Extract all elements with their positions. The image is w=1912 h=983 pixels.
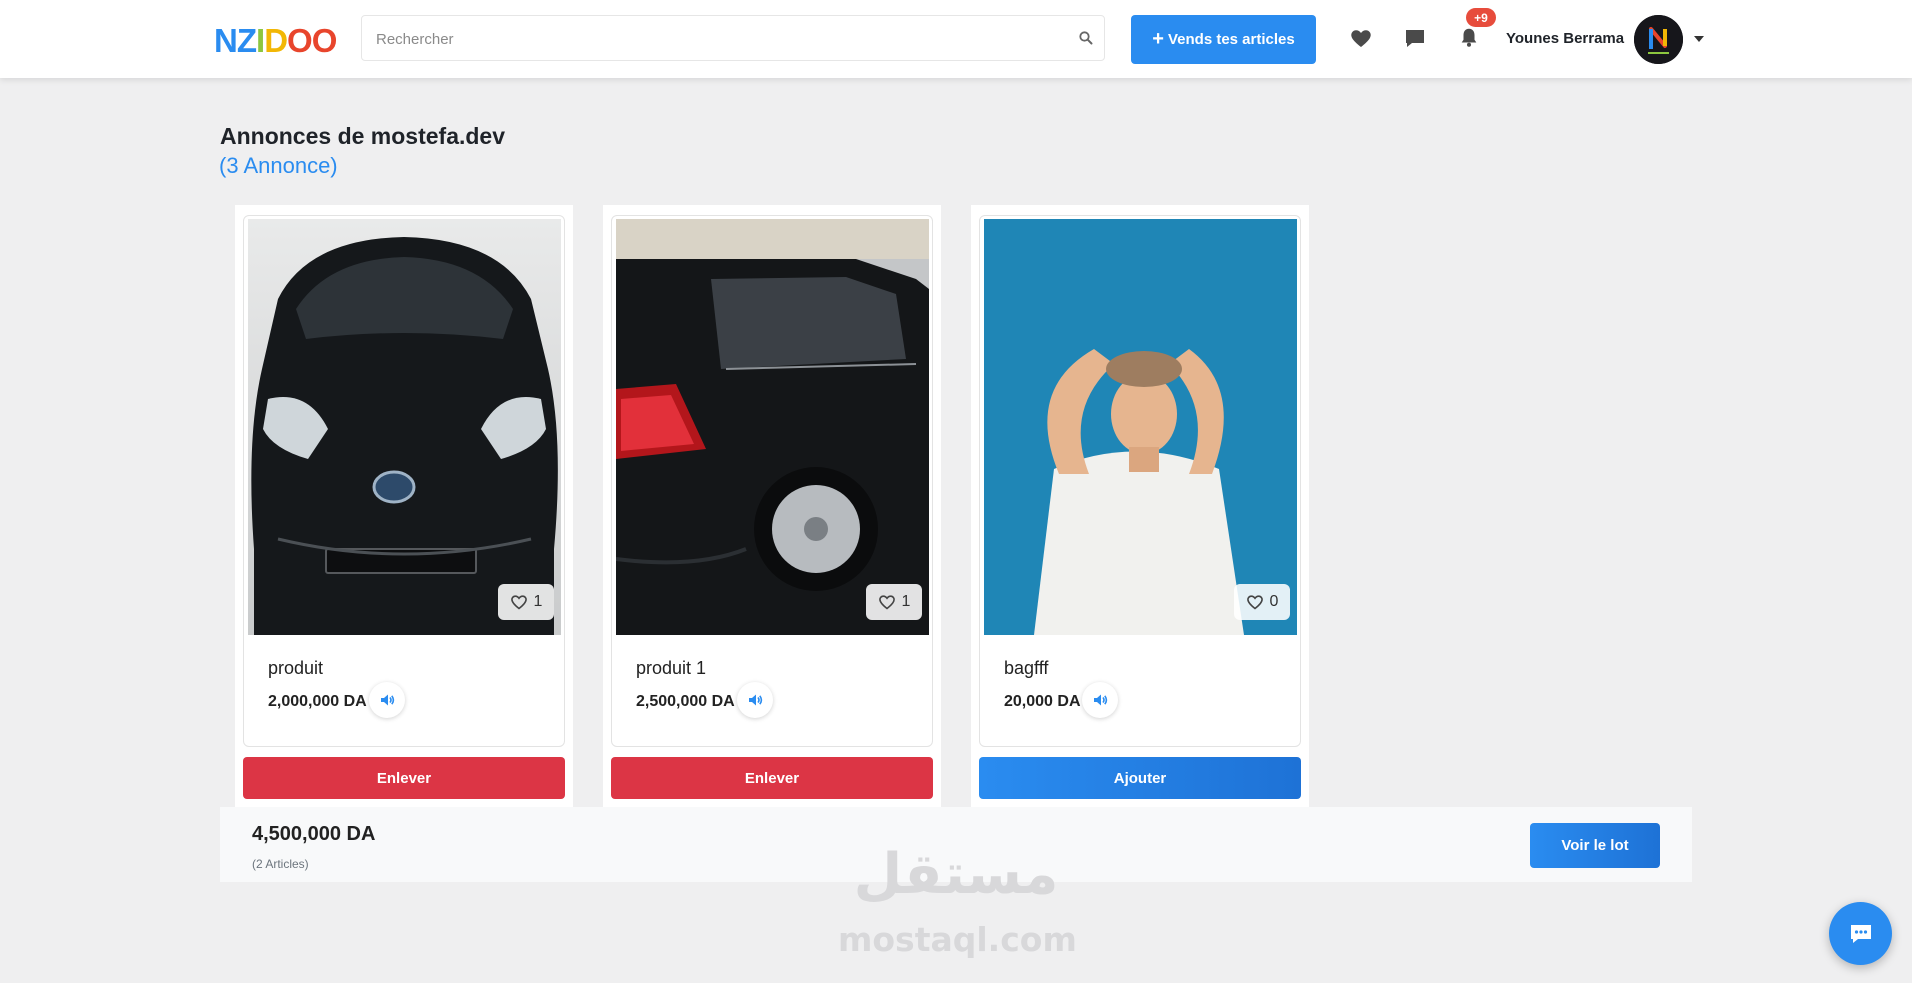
product-image[interactable] [984, 219, 1297, 635]
logo-letter: D [264, 22, 288, 59]
speaker-icon [749, 694, 763, 706]
speaker-icon [381, 694, 395, 706]
product-card: 1 produit 2,000,000 DA Enlever [235, 205, 573, 807]
bundle-item-count: (2 Articles) [252, 857, 309, 871]
speaker-icon [1094, 694, 1108, 706]
product-name[interactable]: bagfff [1004, 658, 1048, 679]
chat-button[interactable] [1829, 902, 1892, 965]
logo-letter: O [311, 22, 338, 59]
heart-icon[interactable] [1349, 27, 1373, 49]
like-count: 0 [1269, 593, 1279, 610]
watermark-url: mostaql.com [838, 920, 1077, 959]
logo-letter: Z [236, 22, 257, 59]
product-name[interactable]: produit [268, 658, 323, 679]
avatar-logo-icon [1634, 15, 1683, 64]
bundle-total: 4,500,000 DA [252, 823, 376, 845]
top-navbar: NZIDOO + Vends tes articles +9 Younes Be… [0, 0, 1912, 78]
product-card: 0 bagfff 20,000 DA Ajouter [971, 205, 1309, 807]
like-counter[interactable]: 1 [866, 584, 922, 620]
product-card: 1 produit 1 2,500,000 DA Enlever [603, 205, 941, 807]
logo-letter: N [214, 22, 238, 59]
sell-items-button[interactable]: + Vends tes articles [1131, 15, 1316, 64]
avatar[interactable] [1634, 15, 1683, 64]
product-price: 20,000 DA [1004, 693, 1081, 710]
audio-button[interactable] [1082, 682, 1118, 718]
product-image[interactable] [248, 219, 561, 635]
plus-icon: + [1152, 27, 1164, 50]
watermark-arabic: مستقل [853, 842, 1059, 907]
listing-count: (3 Annonce) [219, 153, 338, 178]
search-bar [361, 15, 1105, 62]
like-count: 1 [533, 593, 543, 610]
product-price: 2,500,000 DA [636, 693, 735, 710]
product-image[interactable] [616, 219, 929, 635]
remove-button[interactable]: Enlever [611, 757, 933, 799]
audio-button[interactable] [737, 682, 773, 718]
sell-button-label: Vends tes articles [1167, 31, 1295, 48]
search-icon[interactable] [1078, 30, 1094, 46]
audio-button[interactable] [369, 682, 405, 718]
product-name[interactable]: produit 1 [636, 658, 706, 679]
chevron-down-icon[interactable] [1694, 36, 1704, 42]
chat-icon [1850, 924, 1871, 943]
page-title: Annonces de mostefa.dev [220, 123, 506, 149]
username[interactable]: Younes Berrama [1506, 30, 1624, 47]
heart-outline-icon [510, 595, 527, 610]
nzidoo-logo[interactable]: NZIDOO [214, 22, 338, 59]
heart-outline-icon [878, 595, 895, 610]
add-button[interactable]: Ajouter [979, 757, 1301, 799]
remove-button[interactable]: Enlever [243, 757, 565, 799]
messages-icon[interactable] [1403, 27, 1427, 49]
product-price: 2,000,000 DA [268, 693, 367, 710]
like-counter[interactable]: 1 [498, 584, 554, 620]
product-card-body[interactable]: 0 bagfff 20,000 DA [979, 215, 1301, 747]
view-bundle-button[interactable]: Voir le lot [1530, 823, 1660, 868]
logo-letter: I [256, 22, 265, 59]
notification-badge: +9 [1466, 8, 1496, 27]
like-counter[interactable]: 0 [1234, 584, 1290, 620]
heart-outline-icon [1246, 595, 1263, 610]
search-input[interactable] [374, 16, 1068, 62]
product-card-body[interactable]: 1 produit 1 2,500,000 DA [611, 215, 933, 747]
logo-letter: O [287, 22, 313, 59]
bell-icon[interactable] [1457, 26, 1481, 48]
like-count: 1 [901, 593, 911, 610]
product-card-body[interactable]: 1 produit 2,000,000 DA [243, 215, 565, 747]
